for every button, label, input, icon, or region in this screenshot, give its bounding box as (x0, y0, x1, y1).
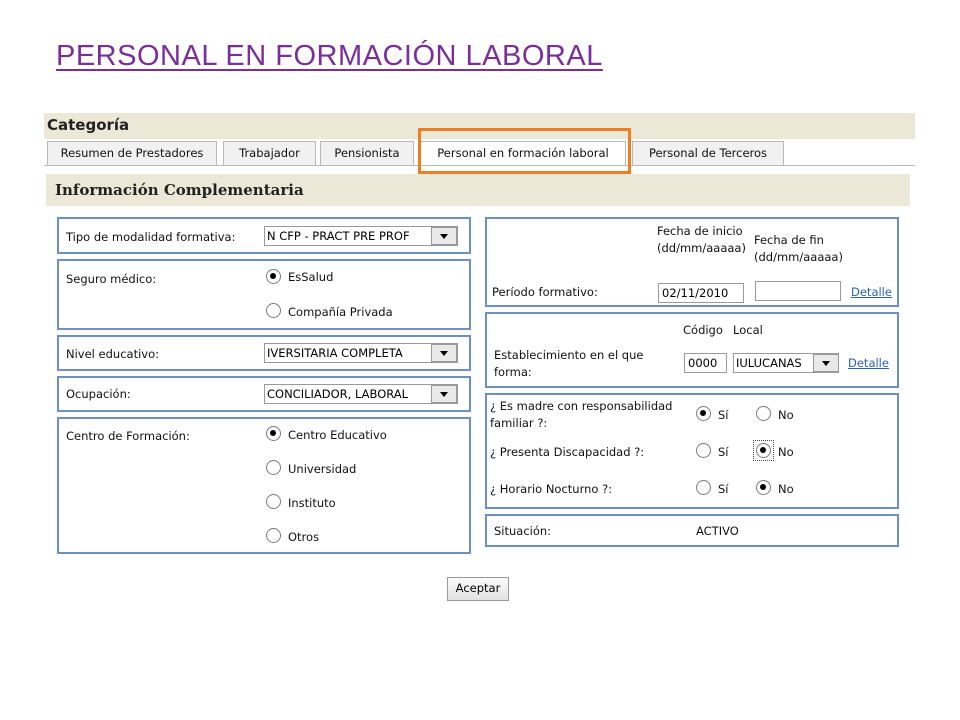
tab-trabajador[interactable]: Trabajador (223, 141, 316, 166)
fecha-fin-header: Fecha de fin (dd/mm/aaaaa) (754, 233, 843, 264)
fecha-fin-input[interactable] (755, 281, 841, 301)
ocupacion-value: CONCILIADOR, LABORAL (267, 387, 409, 401)
periodo-label: Período formativo: (492, 285, 598, 299)
local-value: IULUCANAS (736, 356, 802, 370)
situacion-value: ACTIVO (696, 524, 739, 538)
centro-label: Centro de Formación: (66, 429, 190, 443)
nocturno-si-label: Sí (718, 482, 729, 496)
category-title: Categoría (47, 116, 130, 134)
seguro-label: Seguro médico: (66, 272, 157, 286)
discapacidad-no-radio[interactable] (756, 443, 771, 458)
centro-instituto-label: Instituto (288, 496, 336, 510)
centro-educativo-label: Centro Educativo (288, 428, 387, 442)
periodo-detalle-link[interactable]: Detalle (851, 285, 892, 299)
madre-label: ¿ Es madre con responsabilidad familiar … (490, 399, 673, 430)
tab-resumen-prestadores[interactable]: Resumen de Prestadores (47, 141, 217, 166)
modalidad-select[interactable]: N CFP - PRACT PRE PROF (264, 226, 458, 246)
discapacidad-label: ¿ Presenta Discapacidad ?: (490, 445, 645, 459)
madre-si-radio[interactable] (696, 406, 711, 421)
seguro-essalud-label: EsSalud (288, 270, 334, 284)
active-tab-highlight (418, 128, 631, 174)
codigo-input[interactable]: 0000 (684, 353, 727, 373)
discapacidad-no-label: No (778, 445, 794, 459)
chevron-down-icon[interactable] (813, 354, 839, 372)
ocupacion-select[interactable]: CONCILIADOR, LABORAL (264, 384, 458, 404)
fecha-inicio-header: Fecha de inicio (dd/mm/aaaaa) (657, 224, 746, 255)
page-title: PERSONAL EN FORMACIÓN LABORAL (56, 40, 603, 72)
centro-educativo-radio[interactable] (266, 426, 281, 441)
discapacidad-si-radio[interactable] (696, 443, 711, 458)
nocturno-no-label: No (778, 482, 794, 496)
nivel-label: Nivel educativo: (66, 347, 159, 361)
madre-no-label: No (778, 408, 794, 422)
nocturno-si-radio[interactable] (696, 480, 711, 495)
chevron-down-icon[interactable] (431, 227, 457, 245)
madre-no-radio[interactable] (756, 406, 771, 421)
seguro-privada-radio[interactable] (266, 303, 281, 318)
nivel-select[interactable]: IVERSITARIA COMPLETA (264, 343, 458, 363)
madre-si-label: Sí (718, 408, 729, 422)
nocturno-label: ¿ Horario Nocturno ?: (490, 482, 613, 496)
seguro-privada-label: Compañía Privada (288, 305, 393, 319)
centro-otros-label: Otros (288, 530, 320, 544)
establecimiento-label: Establecimiento en el que forma: (494, 348, 644, 379)
centro-instituto-radio[interactable] (266, 494, 281, 509)
fecha-inicio-input[interactable]: 02/11/2010 (658, 283, 744, 303)
ocupacion-label: Ocupación: (66, 387, 131, 401)
section-title: Información Complementaria (55, 181, 304, 199)
nocturno-no-radio[interactable] (756, 480, 771, 495)
modalidad-label: Tipo de modalidad formativa: (66, 230, 236, 244)
seguro-box (57, 259, 471, 330)
tab-personal-terceros[interactable]: Personal de Terceros (632, 141, 784, 166)
tab-pensionista[interactable]: Pensionista (320, 141, 414, 166)
nivel-value: IVERSITARIA COMPLETA (267, 346, 403, 360)
local-header: Local (733, 323, 763, 337)
seguro-essalud-radio[interactable] (266, 269, 281, 284)
centro-universidad-label: Universidad (288, 462, 357, 476)
establecimiento-detalle-link[interactable]: Detalle (848, 356, 889, 370)
chevron-down-icon[interactable] (431, 385, 457, 403)
situacion-label: Situación: (494, 524, 552, 538)
aceptar-button[interactable]: Aceptar (447, 577, 509, 601)
centro-universidad-radio[interactable] (266, 460, 281, 475)
chevron-down-icon[interactable] (431, 344, 457, 362)
codigo-header: Código (683, 323, 723, 337)
modalidad-value: N CFP - PRACT PRE PROF (267, 229, 410, 243)
discapacidad-si-label: Sí (718, 445, 729, 459)
centro-otros-radio[interactable] (266, 528, 281, 543)
